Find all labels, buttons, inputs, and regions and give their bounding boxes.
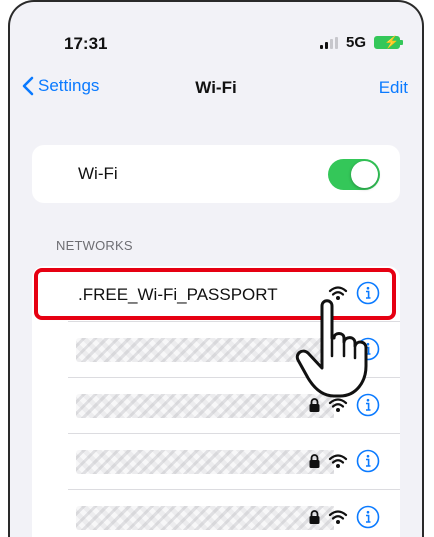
info-icon[interactable] (356, 281, 380, 305)
battery-icon: ⚡ (374, 36, 403, 49)
network-row[interactable] (32, 322, 400, 378)
info-icon[interactable] (356, 393, 380, 417)
wifi-signal-icon (328, 454, 348, 468)
info-icon[interactable] (356, 449, 380, 473)
page-title: Wi-Fi (195, 78, 237, 97)
blurred-network-name (76, 338, 334, 362)
wifi-toggle-row: Wi-Fi (32, 145, 400, 203)
blurred-network-name (76, 394, 334, 418)
blurred-network-name (76, 450, 334, 474)
network-row[interactable]: .FREE_Wi-Fi_PASSPORT (32, 266, 400, 322)
network-list: .FREE_Wi-Fi_PASSPORT (32, 266, 400, 537)
network-row[interactable] (32, 378, 400, 434)
lock-icon (309, 454, 320, 468)
lock-icon (309, 510, 320, 524)
wifi-label: Wi-Fi (78, 164, 118, 183)
wifi-signal-icon (328, 398, 348, 412)
status-bar: 17:31 5G ⚡ (10, 2, 422, 76)
phone-screen: 17:31 5G ⚡ Settings Wi-Fi Edit Wi-Fi NET… (8, 0, 424, 537)
blurred-network-name (76, 506, 334, 530)
cellular-signal-icon (319, 36, 338, 49)
lock-icon (309, 398, 320, 412)
wifi-toggle[interactable] (328, 159, 380, 190)
edit-button[interactable]: Edit (379, 78, 408, 98)
navigation-bar: Settings Wi-Fi Edit (10, 76, 422, 106)
network-type: 5G (345, 34, 366, 51)
status-indicators: 5G ⚡ (319, 34, 403, 51)
info-icon[interactable] (356, 505, 380, 529)
wifi-signal-icon (328, 286, 348, 300)
toggle-knob (351, 161, 378, 188)
networks-header: NETWORKS (56, 238, 133, 253)
network-name: .FREE_Wi-Fi_PASSPORT (78, 285, 278, 304)
wifi-signal-icon (328, 510, 348, 524)
info-icon[interactable] (356, 337, 380, 361)
network-row[interactable] (32, 434, 400, 490)
network-row[interactable] (32, 490, 400, 537)
status-time: 17:31 (64, 34, 108, 53)
